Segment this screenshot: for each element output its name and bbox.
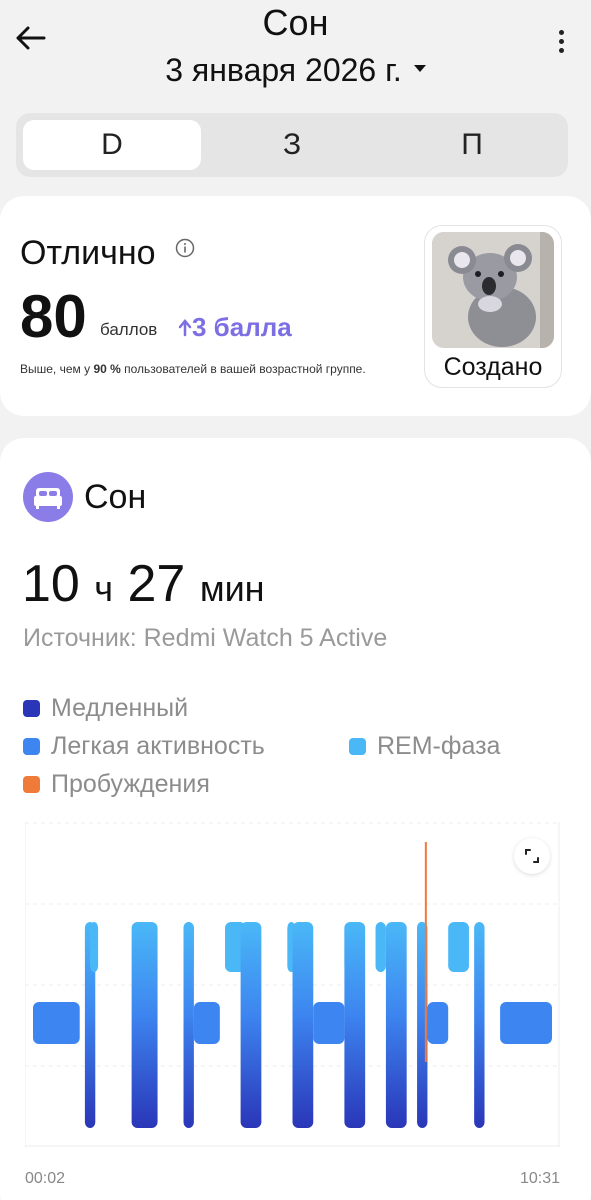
sleep-segment-6 (193, 1002, 220, 1044)
sleep-segment-13 (344, 922, 366, 1128)
note-percent: 90 % (93, 362, 121, 376)
more-vert-icon (558, 30, 564, 35)
sleep-segment-22 (500, 1002, 552, 1044)
duration-hours: 10 (22, 555, 80, 613)
sleep-segment-20 (448, 922, 469, 972)
sleep-segment-5 (183, 922, 194, 1128)
sleep-segment-15 (385, 922, 407, 1128)
arrow-up-icon (178, 319, 192, 337)
data-source: Источник: Redmi Watch 5 Active (23, 624, 388, 652)
date-label: 3 января 2026 г. (165, 52, 402, 88)
legend-label-awake: Пробуждения (51, 770, 210, 798)
sleep-chart-svg (24, 822, 560, 1147)
legend-deep: Медленный (23, 694, 188, 723)
legend-light: Легкая активность (23, 732, 265, 761)
legend-label-rem: REM-фаза (377, 732, 501, 760)
sleep-segment-19 (427, 1002, 449, 1044)
page-title: Сон (262, 2, 329, 43)
duration-hours-unit: ч (94, 568, 114, 609)
date-selector[interactable]: 3 января 2026 г. (0, 52, 591, 89)
expand-icon (525, 849, 539, 863)
note-suffix: пользователей в вашей возрастной группе. (120, 362, 366, 376)
bed-icon-circle (23, 472, 73, 522)
score-unit: баллов (100, 320, 158, 339)
sleep-segment-2 (90, 922, 99, 972)
bed-icon (34, 488, 62, 509)
caret-down-icon (413, 65, 426, 73)
koala-icon (432, 232, 554, 348)
sleep-segment-3 (131, 922, 158, 1128)
sleep-segment-18 (424, 842, 427, 1062)
expand-chart-button[interactable] (514, 838, 550, 874)
duration-minutes-unit: мин (199, 568, 265, 609)
rating-label: Отлично (20, 234, 156, 272)
koala-image (432, 232, 554, 348)
sleep-segment-8 (240, 922, 262, 1128)
legend-swatch-awake (23, 776, 40, 793)
more-options-button[interactable] (551, 30, 571, 60)
tab-day[interactable]: D (23, 120, 201, 170)
legend-awake: Пробуждения (23, 770, 210, 799)
sleep-animal-badge[interactable]: Создано (424, 225, 562, 388)
sleep-stages-chart[interactable] (24, 822, 560, 1147)
sleep-segment-10 (292, 922, 314, 1128)
period-tabs: D З П (16, 113, 568, 177)
legend-swatch-rem (349, 738, 366, 755)
info-icon[interactable] (175, 238, 195, 258)
sleep-segment-21 (474, 922, 485, 1128)
header: Сон 3 января 2026 г. (0, 0, 591, 110)
score-delta: 3 балла (178, 312, 292, 343)
score-delta-value: 3 балла (192, 312, 292, 342)
sleep-segment-14 (375, 922, 386, 972)
sleep-duration: 10 ч 27 мин (22, 554, 265, 614)
legend-label-light: Легкая активность (51, 732, 265, 760)
legend-rem: REM-фаза (349, 732, 500, 761)
legend-swatch-deep (23, 700, 40, 717)
sleep-title: Сон (84, 478, 147, 516)
legend-swatch-light (23, 738, 40, 755)
chart-x-start: 00:02 (25, 1170, 66, 1187)
badge-label: Создано (443, 353, 543, 381)
note-prefix: Выше, чем у (20, 362, 94, 376)
chart-x-end: 10:31 (520, 1170, 561, 1187)
tab-week[interactable]: З (203, 120, 381, 170)
comparison-note: Выше, чем у 90 % пользователей в вашей в… (20, 362, 366, 376)
score-value: 80 (20, 283, 87, 350)
legend-label-deep: Медленный (51, 694, 189, 722)
sleep-segment-11 (313, 1002, 345, 1044)
tab-month[interactable]: П (383, 120, 561, 170)
sleep-segment-0 (33, 1002, 80, 1044)
duration-minutes: 27 (127, 555, 186, 613)
